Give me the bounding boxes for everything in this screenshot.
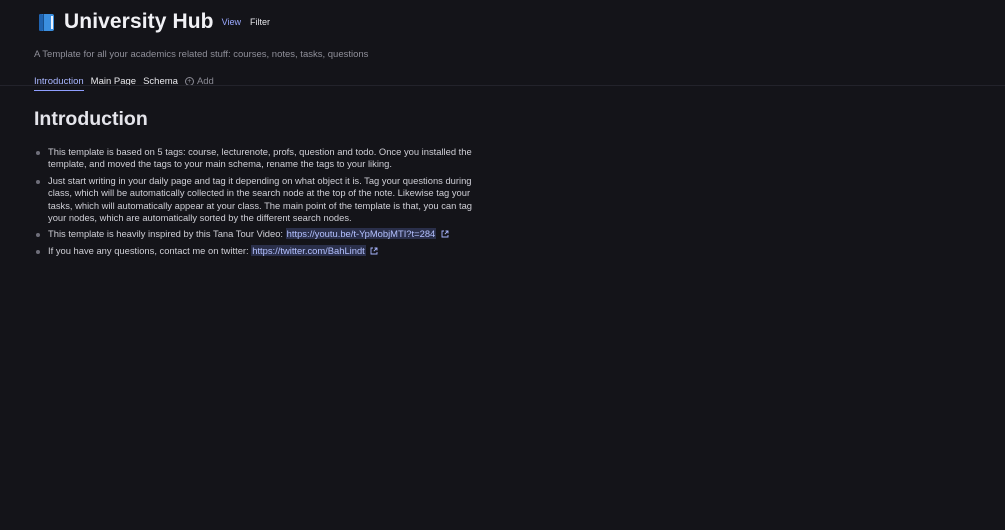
page-title: University Hub [64,10,214,33]
bullet-dot-icon[interactable] [36,179,40,184]
tab-bar: Introduction Main Page Schema + Add [34,74,1005,91]
tab-main-page[interactable]: Main Page [91,76,136,90]
bullet-dot-icon[interactable] [36,249,40,254]
external-link-icon[interactable] [370,246,378,255]
content-area: Introduction This template is based on 5… [34,108,474,261]
youtube-link[interactable]: https://youtu.be/t-YpMobjMTI?t=284 [285,228,437,240]
page: University Hub View Filter A Template fo… [0,0,1005,530]
list-item-text: If you have any questions, contact me on… [48,244,252,256]
blue-book-icon [38,13,55,32]
title-row: University Hub View Filter [34,8,1005,36]
list-item[interactable]: This template is heavily inspired by thi… [34,228,474,240]
bullet-list: This template is based on 5 tags: course… [34,146,474,257]
page-description[interactable]: A Template for all your academics relate… [34,49,1005,61]
list-item-text: This template is heavily inspired by thi… [48,228,286,240]
external-link-icon[interactable] [441,229,449,238]
view-button[interactable]: View [222,17,241,27]
bullet-dot-icon[interactable] [36,233,40,238]
list-item-text: This template is based on 5 tags: course… [48,146,472,170]
bullet-dot-icon[interactable] [36,151,40,155]
filter-button[interactable]: Filter [250,17,270,27]
tab-introduction[interactable]: Introduction [34,76,84,91]
header-divider [0,85,1005,86]
tab-schema[interactable]: Schema [143,76,178,90]
twitter-link[interactable]: https://twitter.com/BahLindt [251,244,366,256]
add-tab-button[interactable]: + Add [184,76,214,90]
list-item[interactable]: If you have any questions, contact me on… [34,244,474,257]
page-header: University Hub View Filter A Template fo… [34,8,1005,91]
section-heading[interactable]: Introduction [34,108,474,131]
list-item[interactable]: Just start writing in your daily page an… [34,175,474,225]
list-item-text: Just start writing in your daily page an… [48,174,472,224]
list-item[interactable]: This template is based on 5 tags: course… [34,146,474,171]
